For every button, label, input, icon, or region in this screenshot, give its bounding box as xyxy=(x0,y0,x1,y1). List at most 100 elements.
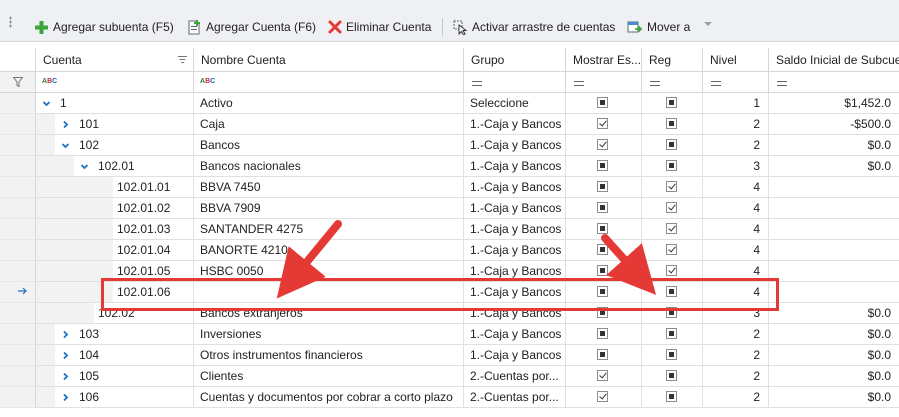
cell-nombre[interactable]: Bancos extranjeros xyxy=(194,303,464,324)
cell-grupo[interactable]: 1.-Caja y Bancos xyxy=(464,324,566,345)
cell-nivel[interactable]: 3 xyxy=(703,303,769,324)
cell-saldo[interactable] xyxy=(769,261,899,282)
column-header-mostrar[interactable]: Mostrar Es... xyxy=(566,48,642,72)
cell-cuenta[interactable]: 102.02 xyxy=(36,303,194,324)
checkbox-mostrar[interactable] xyxy=(597,328,608,339)
checkbox-reg[interactable] xyxy=(666,349,677,360)
checkbox-reg[interactable] xyxy=(666,181,677,192)
row-indicator[interactable] xyxy=(0,345,36,366)
cell-cuenta[interactable]: 102.01.06 xyxy=(36,282,194,303)
add-account-button[interactable]: Agregar Cuenta (F6) xyxy=(187,17,316,37)
cell-grupo[interactable]: 1.-Caja y Bancos xyxy=(464,303,566,324)
checkbox-reg[interactable] xyxy=(666,118,677,129)
filter-saldo[interactable] xyxy=(769,72,899,92)
checkbox-reg[interactable] xyxy=(666,328,677,339)
checkbox-reg[interactable] xyxy=(666,307,677,318)
table-row[interactable]: 101 Caja 1.-Caja y Bancos 2 -$500.0 xyxy=(0,114,899,135)
filter-nombre[interactable]: ABC xyxy=(194,72,464,92)
filter-mostrar[interactable] xyxy=(566,72,642,92)
row-indicator[interactable] xyxy=(0,240,36,261)
expand-row-button[interactable] xyxy=(55,345,75,365)
cell-cuenta[interactable]: 102.01.02 xyxy=(36,198,194,219)
activate-drag-button[interactable]: Activar arrastre de cuentas xyxy=(453,17,615,37)
cell-grupo[interactable]: Seleccione xyxy=(464,93,566,114)
table-row[interactable]: 102.01.01 BBVA 7450 1.-Caja y Bancos 4 xyxy=(0,177,899,198)
column-header-reg[interactable]: Reg xyxy=(642,48,703,72)
cell-saldo[interactable] xyxy=(769,219,899,240)
cell-cuenta[interactable]: 102.01.04 xyxy=(36,240,194,261)
cell-nivel[interactable]: 3 xyxy=(703,156,769,177)
row-indicator[interactable] xyxy=(0,156,36,177)
expand-row-button[interactable] xyxy=(55,324,75,344)
checkbox-mostrar[interactable] xyxy=(597,139,608,150)
checkbox-reg[interactable] xyxy=(666,97,677,108)
cell-cuenta[interactable]: 102.01.05 xyxy=(36,261,194,282)
cell-grupo[interactable]: 1.-Caja y Bancos xyxy=(464,135,566,156)
cell-saldo[interactable]: $0.0 xyxy=(769,324,899,345)
cell-saldo[interactable]: $0.0 xyxy=(769,366,899,387)
checkbox-mostrar[interactable] xyxy=(597,391,608,402)
checkbox-mostrar[interactable] xyxy=(597,244,608,255)
table-row[interactable]: 102.01.05 HSBC 0050 1.-Caja y Bancos 4 xyxy=(0,261,899,282)
cell-nivel[interactable]: 2 xyxy=(703,324,769,345)
expand-row-button[interactable] xyxy=(55,366,75,386)
cell-nivel[interactable]: 4 xyxy=(703,282,769,303)
cell-grupo[interactable]: 1.-Caja y Bancos xyxy=(464,156,566,177)
cell-grupo[interactable]: 1.-Caja y Bancos xyxy=(464,345,566,366)
cell-saldo[interactable]: $0.0 xyxy=(769,156,899,177)
checkbox-mostrar[interactable] xyxy=(597,202,608,213)
cell-nivel[interactable]: 2 xyxy=(703,387,769,408)
collapse-row-button[interactable] xyxy=(55,135,75,155)
row-indicator[interactable] xyxy=(0,198,36,219)
checkbox-reg[interactable] xyxy=(666,391,677,402)
cell-saldo[interactable] xyxy=(769,198,899,219)
row-indicator[interactable] xyxy=(0,261,36,282)
row-indicator[interactable] xyxy=(0,282,36,303)
cell-saldo[interactable] xyxy=(769,177,899,198)
cell-cuenta[interactable]: 102.01.03 xyxy=(36,219,194,240)
cell-cuenta[interactable]: 102 xyxy=(36,135,194,156)
cell-grupo[interactable]: 2.-Cuentas por... xyxy=(464,387,566,408)
cell-cuenta[interactable]: 106 xyxy=(36,387,194,408)
cell-nombre[interactable]: BANORTE 4210 xyxy=(194,240,464,261)
collapse-row-button[interactable] xyxy=(74,156,94,176)
checkbox-reg[interactable] xyxy=(666,160,677,171)
filter-reg[interactable] xyxy=(642,72,703,92)
row-indicator[interactable] xyxy=(0,93,36,114)
cell-nombre[interactable]: Inversiones xyxy=(194,324,464,345)
table-row[interactable]: 104 Otros instrumentos financieros 1.-Caja… xyxy=(0,345,899,366)
cell-saldo[interactable]: -$500.0 xyxy=(769,114,899,135)
row-indicator[interactable] xyxy=(0,387,36,408)
checkbox-reg[interactable] xyxy=(666,202,677,213)
row-indicator[interactable] xyxy=(0,303,36,324)
expand-row-button[interactable] xyxy=(55,114,75,134)
checkbox-mostrar[interactable] xyxy=(597,286,608,297)
cell-nombre[interactable] xyxy=(194,282,464,303)
cell-saldo[interactable]: $0.0 xyxy=(769,387,899,408)
delete-account-button[interactable]: Eliminar Cuenta xyxy=(328,17,431,37)
cell-cuenta[interactable]: 1 xyxy=(36,93,194,114)
checkbox-mostrar[interactable] xyxy=(597,349,608,360)
checkbox-mostrar[interactable] xyxy=(597,118,608,129)
cell-cuenta[interactable]: 102.01.01 xyxy=(36,177,194,198)
table-row[interactable]: 102.01 Bancos nacionales 1.-Caja y Bancos 3… xyxy=(0,156,899,177)
cell-grupo[interactable]: 1.-Caja y Bancos xyxy=(464,114,566,135)
cell-saldo[interactable]: $0.0 xyxy=(769,345,899,366)
table-row[interactable]: 102.01.03 SANTANDER 4275 1.-Caja y Bancos 4 xyxy=(0,219,899,240)
filter-grupo[interactable] xyxy=(464,72,566,92)
filter-cuenta[interactable]: ABC xyxy=(36,72,194,92)
collapse-row-button[interactable] xyxy=(36,93,56,113)
cell-nivel[interactable]: 2 xyxy=(703,366,769,387)
table-row[interactable]: 105 Clientes 2.-Cuentas por... 2 $0.0 xyxy=(0,366,899,387)
cell-saldo[interactable]: $1,452.0 xyxy=(769,93,899,114)
table-row[interactable]: 102.01.02 BBVA 7909 1.-Caja y Bancos 4 xyxy=(0,198,899,219)
cell-grupo[interactable]: 1.-Caja y Bancos xyxy=(464,198,566,219)
cell-saldo[interactable]: $0.0 xyxy=(769,303,899,324)
column-header-nombre[interactable]: Nombre Cuenta xyxy=(194,48,464,72)
checkbox-reg[interactable] xyxy=(666,370,677,381)
column-header-saldo[interactable]: Saldo Inicial de Subcuenta xyxy=(769,48,899,72)
cell-grupo[interactable]: 1.-Caja y Bancos xyxy=(464,240,566,261)
cell-grupo[interactable]: 1.-Caja y Bancos xyxy=(464,282,566,303)
table-row[interactable]: 103 Inversiones 1.-Caja y Bancos 2 $0.0 xyxy=(0,324,899,345)
cell-nombre[interactable]: BBVA 7450 xyxy=(194,177,464,198)
